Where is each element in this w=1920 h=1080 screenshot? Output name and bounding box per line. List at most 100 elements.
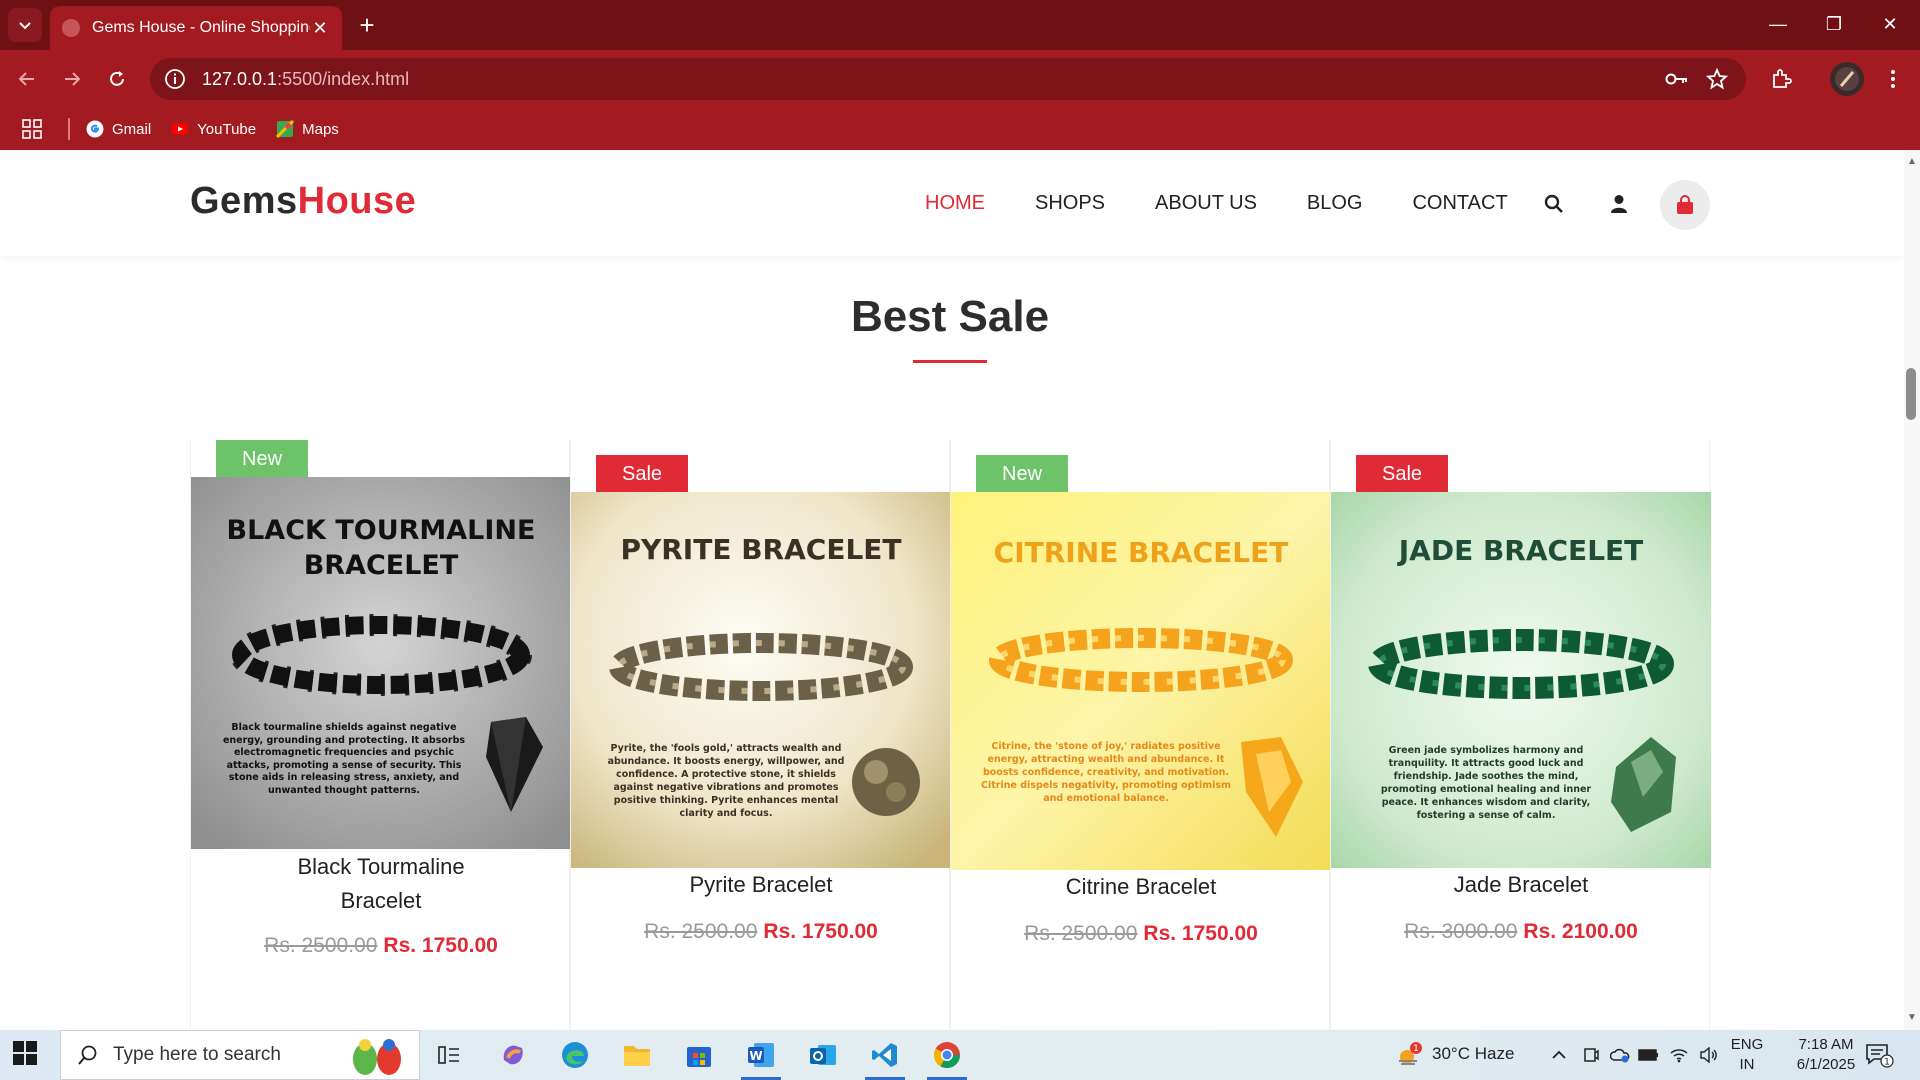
product-price: Rs. 2500.00 Rs. 1750.00: [571, 920, 951, 944]
bookmark-star-icon[interactable]: [1700, 62, 1734, 96]
profile-avatar[interactable]: [1830, 62, 1864, 96]
windows-start-button[interactable]: [12, 1040, 42, 1070]
product-name[interactable]: Citrine Bracelet: [951, 870, 1331, 904]
nav-contact[interactable]: CONTACT: [1412, 192, 1507, 215]
image-heading: CITRINE BRACELET: [994, 536, 1289, 569]
wifi-icon[interactable]: [1662, 1038, 1696, 1072]
site-info-icon[interactable]: [164, 68, 186, 90]
new-price: Rs. 1750.00: [763, 920, 878, 943]
restore-button[interactable]: ❐: [1806, 0, 1862, 48]
bookmark-gmail[interactable]: Gmail: [86, 120, 151, 138]
close-window-button[interactable]: ✕: [1862, 0, 1918, 48]
apps-grid-icon[interactable]: [22, 119, 42, 139]
site-logo[interactable]: GemsHouse: [190, 180, 416, 223]
old-price: Rs. 3000.00: [1404, 920, 1518, 943]
language-indicator[interactable]: ENG IN: [1726, 1035, 1768, 1075]
volume-icon[interactable]: [1692, 1038, 1726, 1072]
user-icon[interactable]: [1601, 186, 1637, 222]
forward-button[interactable]: [55, 62, 89, 96]
address-bar[interactable]: 127.0.0.1:5500/index.html: [150, 58, 1746, 100]
microsoft-store-icon[interactable]: [682, 1038, 716, 1072]
product-card[interactable]: New BLACK TOURMALINE BRACELET Black tour…: [190, 440, 571, 1030]
new-tab-button[interactable]: +: [352, 10, 382, 40]
file-explorer-icon[interactable]: [620, 1038, 654, 1072]
arrow-right-icon: [65, 72, 81, 86]
back-button[interactable]: [10, 62, 44, 96]
product-name[interactable]: Pyrite Bracelet: [571, 868, 951, 902]
shopping-bag-icon: [1677, 195, 1693, 214]
bookmarks-divider: [68, 118, 70, 140]
product-image-citrine[interactable]: CITRINE BRACELET Citrine, the 'stone of …: [951, 492, 1331, 870]
image-description: Green jade symbolizes harmony and tranqu…: [1380, 745, 1592, 821]
battery-icon[interactable]: [1632, 1038, 1666, 1072]
chrome-icon[interactable]: [930, 1038, 964, 1072]
extensions-puzzle-icon[interactable]: [1764, 62, 1798, 96]
product-card[interactable]: Sale JADE BRACELET Green jade symbolizes…: [1330, 440, 1711, 1030]
edge-browser-icon[interactable]: [558, 1038, 592, 1072]
search-icon[interactable]: [1536, 186, 1572, 222]
browser-menu-icon[interactable]: [1876, 62, 1910, 96]
reload-button[interactable]: [100, 62, 134, 96]
copilot-icon[interactable]: [496, 1038, 530, 1072]
notification-center-icon[interactable]: 1: [1862, 1038, 1896, 1072]
page-scrollbar[interactable]: [1904, 150, 1920, 1030]
product-name[interactable]: Jade Bracelet: [1331, 868, 1711, 902]
browser-tab-strip: Gems House - Online Shopping ✕ + — ❐ ✕: [0, 0, 1920, 50]
password-key-icon[interactable]: [1660, 62, 1694, 96]
taskbar-search-box[interactable]: Type here to search: [60, 1030, 420, 1080]
product-card[interactable]: Sale PYRITE BRACELET Pyrite, the 'fools …: [570, 440, 951, 1030]
chevron-up-icon[interactable]: [1542, 1038, 1576, 1072]
old-price: Rs. 2500.00: [264, 934, 378, 957]
scrollbar-thumb[interactable]: [1906, 368, 1916, 420]
new-price: Rs. 1750.00: [1143, 922, 1258, 945]
product-name[interactable]: Black Tourmaline Bracelet: [191, 850, 571, 918]
parrots-icon: [353, 1039, 401, 1075]
outlook-icon[interactable]: [806, 1038, 840, 1072]
product-image-jade[interactable]: JADE BRACELET Green jade symbolizes harm…: [1331, 492, 1711, 868]
tab-search-button[interactable]: [8, 8, 42, 42]
task-view-icon[interactable]: [432, 1038, 466, 1072]
weather-text[interactable]: 30°C Haze: [1432, 1044, 1514, 1064]
product-price: Rs. 3000.00 Rs. 2100.00: [1331, 920, 1711, 944]
bookmark-youtube[interactable]: YouTube: [171, 120, 256, 138]
bookmark-label: Gmail: [112, 120, 152, 138]
product-badge-new: New: [976, 455, 1069, 493]
minimize-button[interactable]: —: [1750, 0, 1806, 48]
nav-blog[interactable]: BLOG: [1307, 192, 1363, 215]
image-description: Pyrite, the 'fools gold,' attracts wealt…: [607, 743, 845, 819]
bookmark-label: Maps: [302, 120, 339, 138]
product-image-black-tourmaline[interactable]: BLACK TOURMALINE BRACELET Black tourmali…: [191, 477, 571, 849]
site-header: GemsHouse HOME SHOPS ABOUT US BLOG CONTA…: [0, 150, 1904, 256]
clock[interactable]: 7:18 AM 6/1/2025: [1776, 1035, 1876, 1075]
nav-home[interactable]: HOME: [925, 192, 985, 215]
nav-shops[interactable]: SHOPS: [1035, 192, 1105, 215]
image-description: Black tourmaline shields against negativ…: [222, 722, 466, 796]
vscode-icon[interactable]: [868, 1038, 902, 1072]
nav-about-us[interactable]: ABOUT US: [1155, 192, 1257, 215]
new-price: Rs. 1750.00: [383, 934, 498, 957]
image-heading: JADE BRACELET: [1397, 534, 1644, 567]
scroll-up-arrow-icon[interactable]: ▲: [1906, 156, 1918, 168]
word-icon[interactable]: W: [744, 1038, 778, 1072]
youtube-icon: [172, 123, 189, 135]
product-card[interactable]: New CITRINE BRACELET Citrine, the 'stone…: [950, 440, 1331, 1030]
close-tab-icon[interactable]: ✕: [310, 18, 330, 38]
svg-text:1: 1: [1413, 1044, 1419, 1054]
cart-button[interactable]: [1660, 180, 1710, 230]
product-image-pyrite[interactable]: PYRITE BRACELET Pyrite, the 'fools gold,…: [571, 492, 951, 868]
svg-text:W: W: [749, 1049, 762, 1063]
product-badge-sale: Sale: [596, 455, 689, 493]
url-host: 127.0.0.1: [202, 68, 278, 89]
image-heading: PYRITE BRACELET: [620, 533, 901, 566]
browser-toolbar: 127.0.0.1:5500/index.html: [0, 50, 1920, 108]
product-badge-sale: Sale: [1356, 455, 1449, 493]
title-underline: [913, 360, 987, 363]
windows-taskbar: Type here to search W 1 30°C Haze ENG IN…: [0, 1030, 1920, 1080]
browser-tab[interactable]: Gems House - Online Shopping ✕: [50, 6, 342, 50]
weather-icon[interactable]: 1: [1392, 1038, 1426, 1072]
bookmark-maps[interactable]: Maps: [276, 120, 339, 138]
old-price: Rs. 2500.00: [644, 920, 758, 943]
url-path: :5500/index.html: [277, 68, 410, 89]
scroll-down-arrow-icon[interactable]: ▼: [1906, 1012, 1918, 1024]
product-price: Rs. 2500.00 Rs. 1750.00: [951, 922, 1331, 946]
